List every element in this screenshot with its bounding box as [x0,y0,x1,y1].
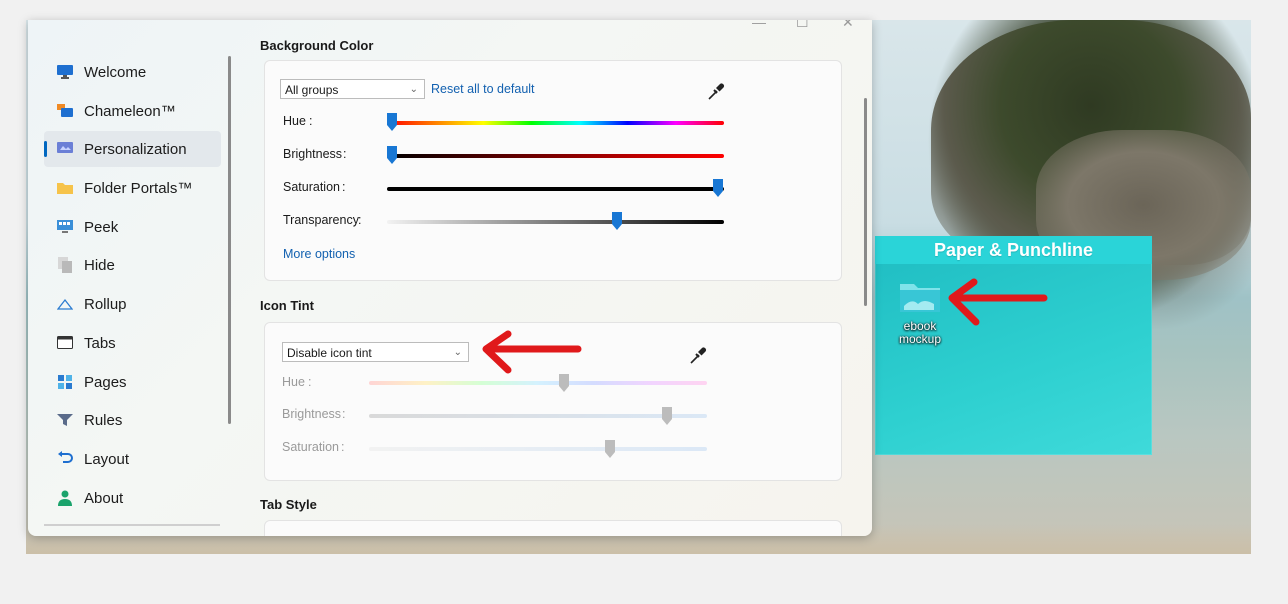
active-indicator [44,141,47,157]
annotation-arrow-right [948,278,1048,326]
sidebar-item-folder-portals[interactable]: Folder Portals™ [44,170,221,206]
section-title-background-color: Background Color [260,38,374,53]
rollup-icon [56,295,74,313]
brightness-slider-track[interactable] [387,154,724,158]
tint-brightness-slider-track[interactable] [369,414,707,418]
tint-saturation-slider-track[interactable] [369,447,707,451]
eyedropper-icon[interactable] [689,345,707,370]
chevron-down-icon: ⌄ [409,84,418,95]
brightness-slider-thumb[interactable] [387,146,397,164]
saturation-slider-thumb[interactable] [713,179,723,197]
sidebar-item-peek[interactable]: Peek [44,209,221,245]
about-icon [56,489,74,507]
sidebar-item-label: Peek [84,218,119,236]
folder-icon [56,179,74,197]
sidebar-item-layout[interactable]: Layout [44,441,221,477]
hue-slider-thumb[interactable] [387,113,397,131]
fence-widget[interactable]: Paper & Punchline ebook mockup [875,236,1152,455]
tint-saturation-slider-thumb[interactable] [605,440,615,458]
layout-icon [56,450,74,468]
tint-saturation-label: Saturation [282,440,339,454]
sidebar-item-welcome[interactable]: Welcome [44,54,221,90]
reset-all-link[interactable]: Reset all to default [431,82,535,96]
fence-title[interactable]: Paper & Punchline [875,236,1152,264]
sidebar-item-label: Layout [84,450,130,468]
sidebar-scrollbar[interactable] [228,56,231,424]
icon-tint-select[interactable]: Disable icon tint ⌄ [282,342,469,362]
hue-label: Hue [283,114,306,128]
eyedropper-icon[interactable] [707,81,725,106]
sidebar-item-label: About [84,489,124,507]
sidebar-item-rollup[interactable]: Rollup [44,286,221,322]
sidebar-item-label: Personalization [84,140,187,158]
sidebar-item-label: Hide [84,256,115,274]
saturation-slider-track[interactable] [387,187,724,191]
section-title-icon-tint: Icon Tint [260,298,314,313]
sidebar-item-rules[interactable]: Rules [44,402,221,438]
sidebar-item-chameleon[interactable]: Chameleon™ [44,93,221,129]
sidebar-item-about[interactable]: About [44,480,221,516]
settings-content: Background Color All groups ⌄ Reset all … [260,20,850,536]
sidebar-item-hide[interactable]: Hide [44,247,221,283]
chevron-down-icon: ⌄ [453,347,462,358]
tabs-icon [56,334,74,352]
annotation-arrow-left [482,330,582,374]
chameleon-icon [56,102,74,120]
tint-brightness-label: Brightness [282,407,342,421]
tint-hue-slider-thumb[interactable] [559,374,569,392]
transparency-slider-thumb[interactable] [612,212,622,230]
sidebar-item-personalization[interactable]: Personalization [44,131,221,167]
rules-icon [56,411,74,429]
brightness-label: Brightness [283,147,343,161]
tint-hue-label: Hue [282,375,305,389]
group-select[interactable]: All groups ⌄ [280,79,425,99]
sidebar-item-label: Rollup [84,295,127,313]
tint-brightness-slider-thumb[interactable] [662,407,672,425]
folder-icon [898,280,942,314]
sidebar-item-label: Welcome [84,63,147,81]
hue-slider-track[interactable] [387,121,724,125]
desktop-item-label: ebook mockup [898,319,942,346]
saturation-label: Saturation [283,180,340,194]
settings-window: — ☐ ✕ Welcome Chameleon™ Personalization [28,20,872,536]
transparency-slider-track[interactable] [387,220,724,224]
sidebar-item-label: Rules [84,411,123,429]
hide-icon [56,256,74,274]
sidebar-item-label: Tabs [84,334,116,352]
sidebar: Welcome Chameleon™ Personalization Folde… [28,20,228,536]
pages-icon [56,373,74,391]
tint-hue-slider-track[interactable] [369,381,707,385]
sidebar-item-pages[interactable]: Pages [44,364,221,400]
sidebar-item-label: Folder Portals™ [84,179,193,197]
transparency-label: Transparency [283,213,359,227]
sidebar-item-tabs[interactable]: Tabs [44,325,221,361]
content-scrollbar[interactable] [864,98,867,306]
background-color-card: All groups ⌄ Reset all to default Hue : … [264,60,842,281]
sidebar-item-label: Pages [84,373,127,391]
sidebar-item-label: Chameleon™ [84,102,176,120]
tab-style-card [264,520,842,536]
sidebar-divider [44,524,220,526]
section-title-tab-style: Tab Style [260,497,317,512]
monitor-icon [56,63,74,81]
peek-icon [56,218,74,236]
more-options-link[interactable]: More options [283,247,355,261]
desktop-item-ebook-mockup[interactable]: ebook mockup [893,280,947,346]
personalization-icon [56,140,74,158]
